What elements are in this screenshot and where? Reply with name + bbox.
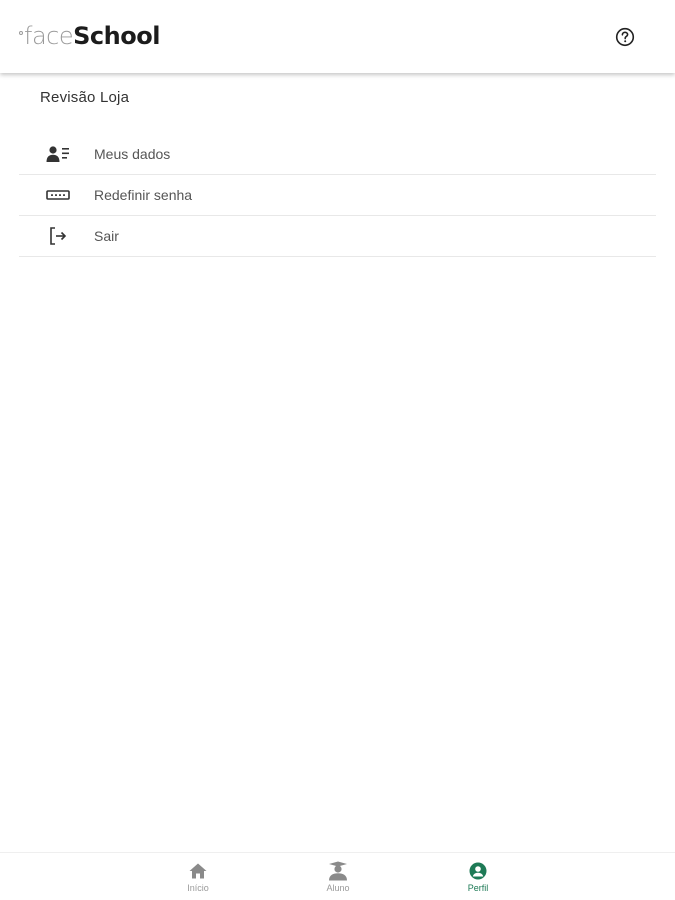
menu-item-label: Meus dados bbox=[94, 146, 171, 162]
logout-icon bbox=[46, 226, 70, 246]
menu-item-redefinir-senha[interactable]: Redefinir senha bbox=[19, 175, 656, 216]
profile-menu: Meus dados Redefinir senha Sair bbox=[19, 134, 656, 257]
nav-item-perfil[interactable]: Perfil bbox=[443, 861, 513, 899]
nav-item-inicio[interactable]: Início bbox=[163, 861, 233, 899]
help-button[interactable] bbox=[614, 26, 636, 48]
nav-item-label: Perfil bbox=[467, 883, 489, 893]
menu-item-sair[interactable]: Sair bbox=[19, 216, 656, 257]
user-list-icon bbox=[46, 144, 70, 164]
logo-text-school: School bbox=[73, 22, 160, 50]
nav-item-aluno[interactable]: Aluno bbox=[303, 861, 373, 899]
app-logo: face School bbox=[19, 22, 160, 52]
menu-item-label: Redefinir senha bbox=[94, 187, 193, 203]
menu-item-meus-dados[interactable]: Meus dados bbox=[19, 134, 656, 175]
app-header: face School bbox=[0, 0, 675, 73]
logo-dot bbox=[19, 31, 23, 35]
profile-name: Revisão Loja bbox=[40, 89, 130, 106]
logo-text-face: face bbox=[24, 22, 74, 50]
bottom-navigation: Início Aluno Perfil bbox=[0, 852, 675, 900]
student-icon bbox=[328, 861, 348, 881]
app-root: face School Revisão Loja Meus dados Rede… bbox=[0, 0, 675, 900]
password-field-icon bbox=[46, 185, 70, 205]
nav-item-label: Início bbox=[187, 883, 209, 893]
nav-item-label: Aluno bbox=[326, 883, 350, 893]
home-icon bbox=[188, 861, 208, 881]
menu-item-label: Sair bbox=[94, 228, 119, 244]
question-circle-icon bbox=[615, 27, 635, 47]
user-circle-icon bbox=[468, 861, 488, 881]
